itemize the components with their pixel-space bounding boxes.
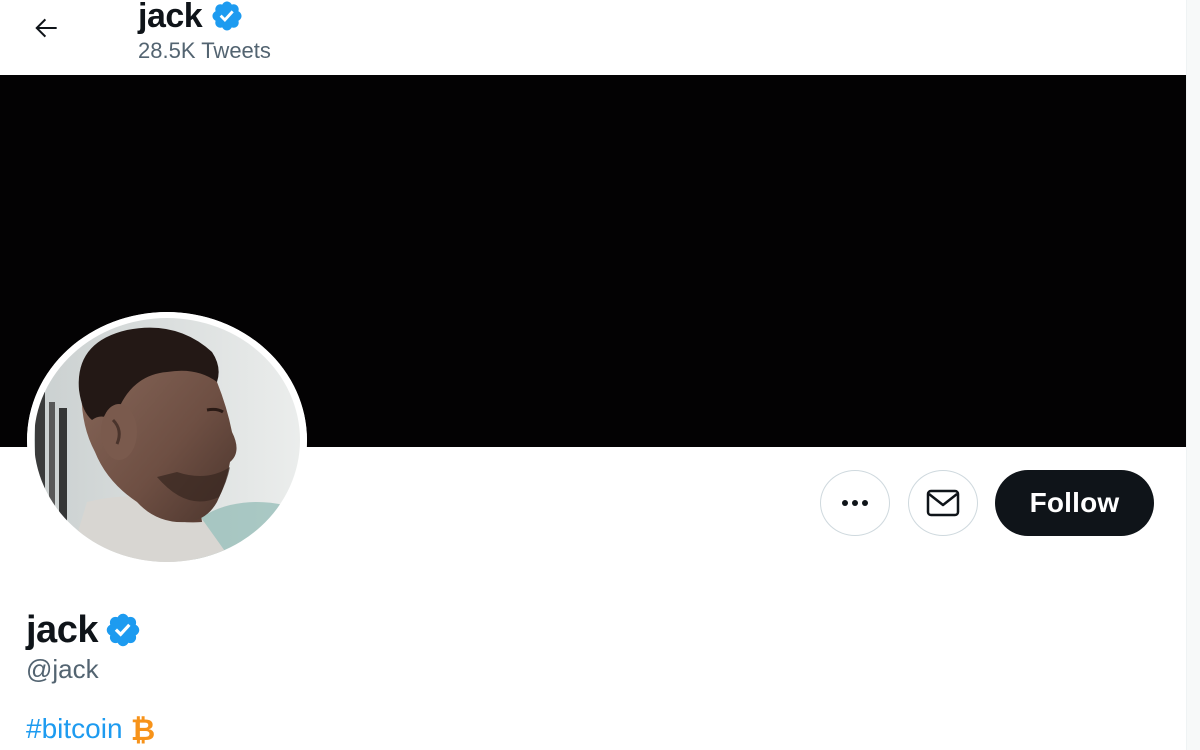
header-tweet-count: 28.5K Tweets <box>138 38 271 63</box>
message-button[interactable] <box>908 470 978 536</box>
more-icon <box>842 500 868 506</box>
profile-page: jack 28.5K Tweets Follow jack @jack #bit… <box>0 0 1200 750</box>
profile-header: jack 28.5K Tweets <box>0 0 1186 75</box>
back-arrow-icon <box>35 18 57 38</box>
avatar-photo <box>27 312 307 568</box>
profile-bio: #bitcoin ₿ <box>26 712 157 746</box>
profile-avatar[interactable] <box>27 312 307 568</box>
profile-name-row: jack <box>26 608 142 652</box>
mail-icon <box>926 489 960 517</box>
scrollbar-track[interactable] <box>1186 0 1200 750</box>
bio-hashtag-link[interactable]: #bitcoin <box>26 715 123 743</box>
verified-badge-icon[interactable] <box>104 611 142 649</box>
header-title: jack <box>138 0 244 36</box>
verified-badge-icon <box>212 1 242 31</box>
follow-button[interactable]: Follow <box>995 470 1154 536</box>
svg-text:₿: ₿ <box>130 713 154 746</box>
profile-handle: @jack <box>26 654 99 684</box>
header-name: jack <box>138 0 203 35</box>
bitcoin-icon: ₿ <box>130 713 154 746</box>
more-options-button[interactable] <box>820 470 890 536</box>
profile-name: jack <box>26 609 98 651</box>
back-button[interactable] <box>26 8 66 48</box>
